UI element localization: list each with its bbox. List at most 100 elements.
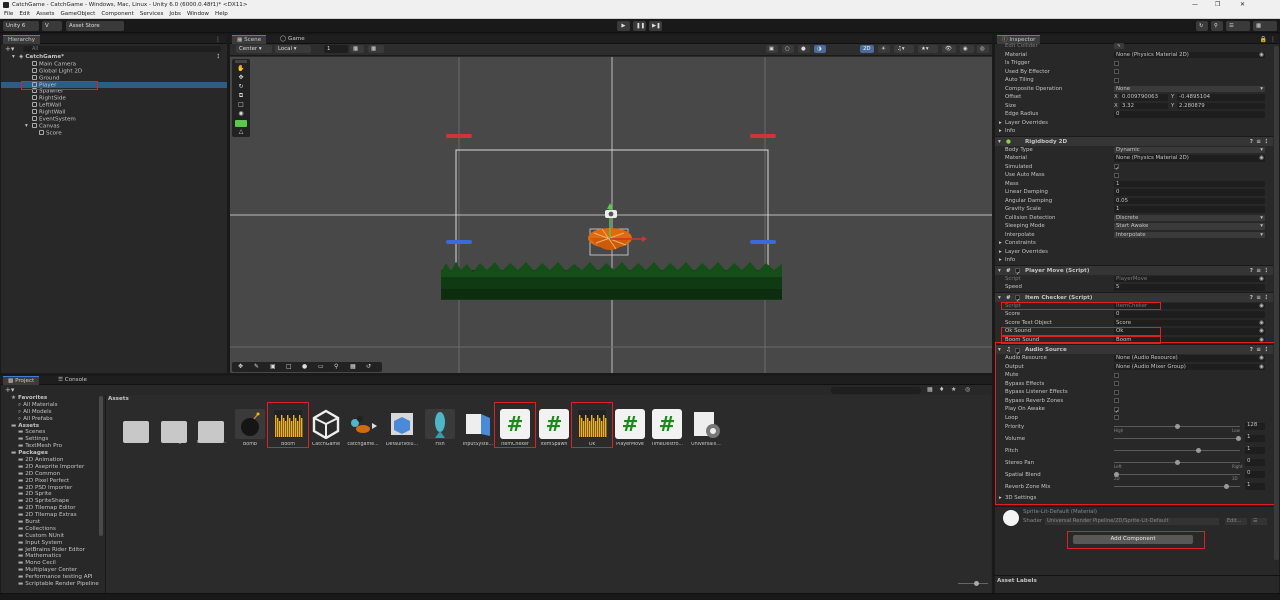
shaded-wire-button[interactable]: ◑ xyxy=(814,45,826,53)
menu-item[interactable]: Services xyxy=(140,11,164,17)
property-checkbox[interactable]: ✓ xyxy=(1114,164,1119,172)
project-tree-item[interactable]: ▬ 2D Sprite xyxy=(1,491,103,498)
tab-hierarchy[interactable]: Hierarchy xyxy=(3,35,41,44)
object-picker-icon[interactable]: ◉ xyxy=(1259,354,1264,363)
hierarchy-item-spawner[interactable]: Spawner xyxy=(1,88,227,95)
search-icon[interactable]: ⚲ xyxy=(334,363,338,370)
object-picker-icon[interactable]: ◉ xyxy=(1259,319,1264,328)
asset-ok[interactable]: Ok xyxy=(574,409,610,447)
property-field[interactable] xyxy=(1114,328,1265,335)
maximize-icon[interactable]: ❐ xyxy=(1215,0,1220,10)
expand-arrow-icon[interactable]: ▸ xyxy=(999,256,1002,265)
inspector-scrollbar[interactable] xyxy=(1274,46,1279,560)
project-tree-item[interactable]: ▬ 2D Tilemap Extras xyxy=(1,512,103,519)
hierarchy-item-eventsystem[interactable]: EventSystem xyxy=(1,116,227,123)
camera-button[interactable]: ◉ xyxy=(960,45,974,53)
project-tree-item[interactable]: ▬ 2D Tilemap Editor xyxy=(1,505,103,512)
hidden-objects-toggle[interactable]: 👁 xyxy=(942,45,956,53)
expand-arrow-icon[interactable]: ▸ xyxy=(999,119,1002,128)
blue-wall-marker[interactable] xyxy=(446,240,472,244)
slider-track[interactable] xyxy=(1114,450,1240,451)
property-checkbox[interactable] xyxy=(1114,381,1119,386)
hierarchy-item-score[interactable]: Score xyxy=(1,129,227,137)
edit-collider-button[interactable]: ✎ xyxy=(1114,43,1124,49)
menu-item[interactable]: GameObject xyxy=(60,11,95,17)
project-tree-item[interactable]: ▬ Custom NUnit xyxy=(1,533,103,540)
property-checkbox[interactable] xyxy=(1114,69,1119,74)
grid-toggle[interactable]: ▦ xyxy=(350,45,364,53)
object-picker-icon[interactable]: ◉ xyxy=(1259,336,1264,345)
lock-icon[interactable]: ⋮ xyxy=(215,36,221,43)
project-tree-item[interactable]: ▬ Scenes xyxy=(1,429,103,436)
undo-icon[interactable]: ↺ xyxy=(366,363,371,370)
layout-dropdown[interactable]: ▦ xyxy=(1253,21,1277,31)
fill-icon[interactable]: ▦ xyxy=(350,363,356,370)
project-tree-item[interactable]: ★ Favorites xyxy=(1,395,103,402)
property-checkbox[interactable] xyxy=(1114,77,1119,83)
picker-icon[interactable]: ● xyxy=(302,363,307,370)
project-tree-item[interactable]: ▬ Collections xyxy=(1,526,103,533)
menu-item[interactable]: Assets xyxy=(36,11,54,17)
menu-item[interactable]: Help xyxy=(215,11,228,17)
account-button[interactable]: V xyxy=(42,21,62,31)
close-icon[interactable]: ✕ xyxy=(1240,0,1245,10)
custom-tool-icon[interactable]: △ xyxy=(235,128,247,136)
project-tree-item[interactable]: ▬ Scriptable Render Pipeline xyxy=(1,581,103,588)
asset-defaultvolu[interactable]: DefaultVolu... xyxy=(384,409,420,447)
project-tree-item[interactable]: ▬ Input System xyxy=(1,540,103,547)
asset-boom[interactable]: Boom xyxy=(270,409,306,447)
more-icon[interactable]: ⋮ xyxy=(215,54,221,61)
grid-snap-field[interactable]: 1 xyxy=(324,45,348,53)
move-tool-icon[interactable]: ✥ xyxy=(238,363,243,370)
property-field[interactable] xyxy=(1114,284,1265,291)
asset-itemcheker[interactable]: # ItemCheker xyxy=(497,409,533,447)
asset-labels[interactable]: Asset Labels xyxy=(997,577,1037,585)
component-enabled-checkbox[interactable]: ✓ xyxy=(1015,268,1020,277)
project-tree-item[interactable]: ▬ Packages xyxy=(1,450,103,457)
property-field[interactable] xyxy=(1114,311,1265,318)
unity-account-button[interactable]: Unity 6 xyxy=(3,21,39,31)
project-search-input[interactable] xyxy=(831,387,921,394)
hierarchy-item-player[interactable]: Player xyxy=(1,81,227,89)
project-tree-item[interactable]: ▬ Settings xyxy=(1,436,103,443)
menu-item[interactable]: Component xyxy=(101,11,133,17)
eraser-icon[interactable]: ▭ xyxy=(318,363,324,370)
hierarchy-item-canvas[interactable]: ▾ Canvas xyxy=(1,122,227,130)
filter-icon[interactable]: ▦ xyxy=(927,386,933,393)
snap-toggle[interactable]: ▦ xyxy=(368,45,384,53)
property-field[interactable] xyxy=(1114,197,1265,204)
expand-arrow-icon[interactable]: ▸ xyxy=(999,248,1002,257)
minimize-icon[interactable]: — xyxy=(1192,0,1198,10)
scale-tool-icon[interactable]: ⧉ xyxy=(235,92,247,100)
rotate-tool-icon[interactable]: ↻ xyxy=(235,83,247,91)
scene-root-item[interactable]: ▾ ◈ CatchGame* ⋮ xyxy=(1,54,227,61)
slider-knob[interactable] xyxy=(1195,448,1201,453)
object-picker-icon[interactable]: ◉ xyxy=(1259,275,1264,284)
component-enabled-checkbox[interactable]: ✓ xyxy=(1015,347,1020,356)
hierarchy-search-input[interactable]: All xyxy=(23,46,221,52)
asset-timedestro[interactable]: # TimeDestro... xyxy=(649,409,685,447)
asset-scenes[interactable]: Scenes xyxy=(118,409,154,445)
add-component-button[interactable]: Add Component xyxy=(1073,534,1193,544)
component-header[interactable]: ▾ ● Rigidbody 2D? ≡ ⋮ xyxy=(995,135,1273,146)
project-tree-item[interactable]: ▬ JetBrains Rider Editor xyxy=(1,547,103,554)
hierarchy-item-leftwall[interactable]: LeftWall xyxy=(1,102,227,109)
breadcrumb[interactable]: Assets xyxy=(108,395,129,403)
project-tree-item[interactable]: ▬ 2D PSD Importer xyxy=(1,485,103,492)
project-tree-item[interactable]: ▬ Mono Cecil xyxy=(1,560,103,567)
hand-tool-icon[interactable]: ✋ xyxy=(235,65,247,73)
property-field[interactable] xyxy=(1114,180,1265,187)
asset-universalli[interactable]: Universalli... xyxy=(688,409,724,447)
asset-inputsyste[interactable]: InputSyste... xyxy=(460,409,496,447)
asset-settings[interactable]: Settings xyxy=(156,409,192,445)
expand-arrow-icon[interactable]: ▸ xyxy=(999,239,1002,248)
create-asset-icon[interactable]: +▾ xyxy=(5,386,14,395)
collider-edit-icon[interactable] xyxy=(235,120,247,127)
project-tree-item[interactable]: ▬ 2D Aseprite Importer xyxy=(1,464,103,471)
asset-catchgame[interactable]: CatchGame xyxy=(308,409,344,447)
shader-edit-button[interactable]: Edit... xyxy=(1225,517,1247,525)
property-checkbox[interactable] xyxy=(1114,372,1119,378)
label-icon[interactable]: ♦ xyxy=(939,386,944,393)
rect-tool-icon[interactable]: □ xyxy=(286,363,292,370)
property-field[interactable] xyxy=(1114,206,1265,213)
